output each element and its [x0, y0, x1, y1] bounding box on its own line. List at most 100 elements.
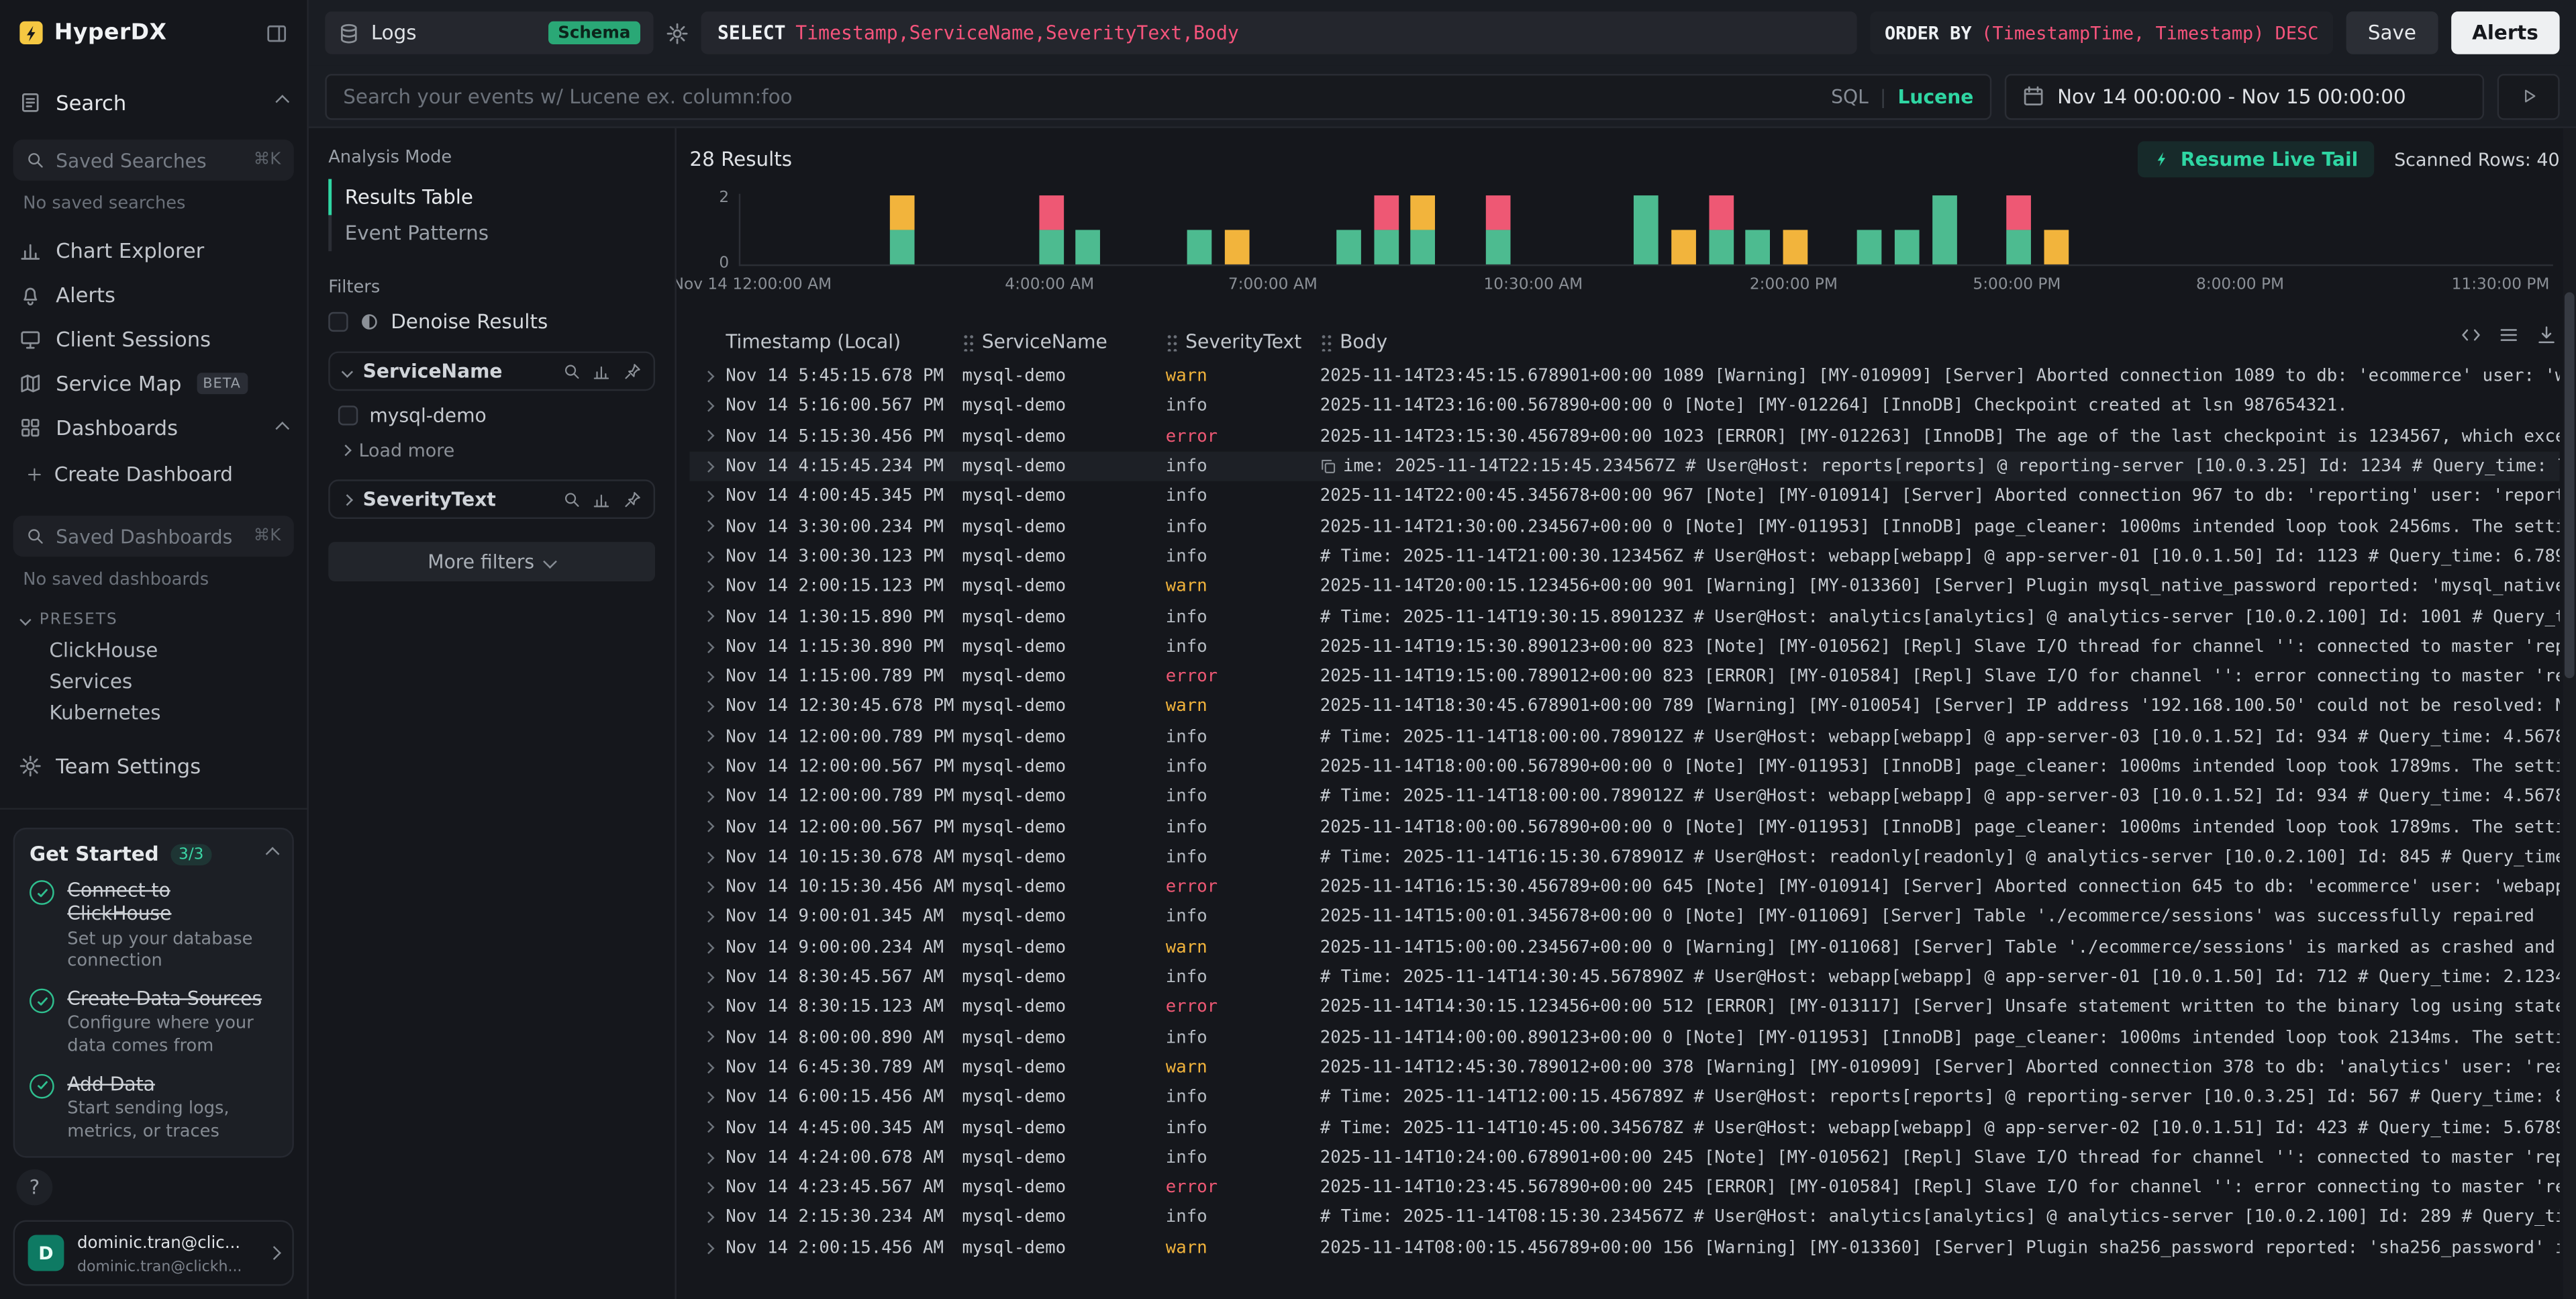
more-filters-button[interactable]: More filters	[328, 542, 655, 581]
table-row[interactable]: Nov 14 6:45:30.789 AMmysql-demowarn2025-…	[689, 1053, 2559, 1083]
table-row[interactable]: Nov 14 2:00:15.123 PMmysql-demowarn2025-…	[689, 571, 2559, 602]
table-row[interactable]: Nov 14 9:00:01.345 AMmysql-demoinfo2025-…	[689, 902, 2559, 932]
table-row[interactable]: Nov 14 8:30:45.567 AMmysql-demoinfo# Tim…	[689, 962, 2559, 992]
table-row[interactable]: Nov 14 4:23:45.567 AMmysql-demoerror2025…	[689, 1173, 2559, 1203]
histogram-bar[interactable]	[1634, 195, 1659, 264]
histogram-bar[interactable]	[2043, 230, 2068, 264]
table-row[interactable]: Nov 14 4:45:00.345 AMmysql-demoinfo# Tim…	[689, 1112, 2559, 1143]
histogram-bar[interactable]	[1783, 230, 1807, 264]
table-row[interactable]: Nov 14 4:15:45.234 PMmysql-demoinfoime: …	[689, 451, 2559, 481]
alerts-button[interactable]: Alerts	[2450, 11, 2559, 54]
download-icon[interactable]	[2536, 325, 2556, 344]
sidebar-item-chart-explorer[interactable]: Chart Explorer	[13, 228, 294, 273]
pin-icon[interactable]	[623, 491, 640, 508]
preset-kubernetes[interactable]: Kubernetes	[13, 696, 294, 727]
preset-services[interactable]: Services	[13, 665, 294, 696]
expand-row-icon[interactable]	[689, 643, 726, 651]
drag-handle-icon[interactable]	[1166, 332, 1177, 351]
table-row[interactable]: Nov 14 6:00:15.456 AMmysql-demoinfo# Tim…	[689, 1082, 2559, 1112]
expand-row-icon[interactable]	[689, 583, 726, 590]
get-started-item[interactable]: Create Data SourcesConfigure where your …	[30, 987, 277, 1059]
column-header-timestamp-local-[interactable]: Timestamp (Local)	[726, 330, 962, 353]
checkbox[interactable]	[328, 312, 348, 332]
filter-search-icon[interactable]	[562, 491, 580, 508]
expand-row-icon[interactable]	[689, 433, 726, 440]
get-started-header[interactable]: Get Started 3/3	[30, 843, 277, 865]
drag-handle-icon[interactable]	[1320, 332, 1332, 351]
histogram-bar[interactable]	[1671, 230, 1696, 264]
table-row[interactable]: Nov 14 12:00:00.789 PMmysql-demoinfo# Ti…	[689, 722, 2559, 752]
scrollbar[interactable]	[2563, 128, 2576, 1299]
expand-row-icon[interactable]	[689, 613, 726, 620]
get-started-item[interactable]: Add DataStart sending logs, metrics, or …	[30, 1072, 277, 1144]
analysis-mode-event-patterns[interactable]: Event Patterns	[328, 215, 655, 251]
filter-chart-icon[interactable]	[593, 363, 610, 380]
expand-row-icon[interactable]	[689, 1094, 726, 1101]
table-row[interactable]: Nov 14 8:30:15.123 AMmysql-demoerror2025…	[689, 992, 2559, 1022]
table-row[interactable]: Nov 14 4:24:00.678 AMmysql-demoinfo2025-…	[689, 1143, 2559, 1173]
date-range-picker[interactable]: Nov 14 00:00:00 - Nov 15 00:00:00	[2005, 73, 2484, 119]
table-row[interactable]: Nov 14 2:00:15.456 AMmysql-demowarn2025-…	[689, 1233, 2559, 1263]
column-header-severitytext[interactable]: SeverityText	[1166, 330, 1320, 353]
expand-row-icon[interactable]	[689, 823, 726, 830]
table-row[interactable]: Nov 14 8:00:00.890 AMmysql-demoinfo2025-…	[689, 1022, 2559, 1053]
preset-clickhouse[interactable]: ClickHouse	[13, 634, 294, 665]
histogram-bar[interactable]	[1857, 230, 1882, 264]
table-row[interactable]: Nov 14 1:30:15.890 PMmysql-demoinfo# Tim…	[689, 602, 2559, 632]
table-row[interactable]: Nov 14 12:00:00.789 PMmysql-demoinfo# Ti…	[689, 782, 2559, 812]
presets-section-toggle[interactable]: PRESETS	[13, 611, 294, 629]
expand-row-icon[interactable]	[689, 1004, 726, 1011]
histogram-bar[interactable]	[1932, 195, 1956, 264]
load-more[interactable]: Load more	[342, 440, 655, 462]
histogram-bar[interactable]	[2006, 195, 2031, 264]
filter-group-header[interactable]: SeverityText	[328, 479, 655, 519]
create-dashboard-button[interactable]: Create Dashboard	[13, 455, 294, 495]
histogram-bar[interactable]	[1225, 230, 1250, 264]
expand-row-icon[interactable]	[689, 914, 726, 921]
table-row[interactable]: Nov 14 3:00:30.123 PMmysql-demoinfo# Tim…	[689, 542, 2559, 572]
table-row[interactable]: Nov 14 12:30:45.678 PMmysql-demowarn2025…	[689, 691, 2559, 722]
save-button[interactable]: Save	[2346, 11, 2438, 54]
expand-row-icon[interactable]	[689, 703, 726, 710]
expand-row-icon[interactable]	[689, 1063, 726, 1071]
sidebar-item-service-map[interactable]: Service MapBETA	[13, 361, 294, 405]
sidebar-item-alerts[interactable]: Alerts	[13, 273, 294, 317]
table-row[interactable]: Nov 14 4:00:45.345 PMmysql-demoinfo2025-…	[689, 481, 2559, 512]
select-columns-input[interactable]: SELECT Timestamp,ServiceName,SeverityTex…	[701, 11, 1857, 54]
histogram-bar[interactable]	[1076, 230, 1101, 264]
source-selector[interactable]: Logs Schema	[325, 11, 653, 54]
expand-row-icon[interactable]	[689, 1154, 726, 1161]
expand-row-icon[interactable]	[689, 1184, 726, 1191]
table-row[interactable]: Nov 14 10:15:30.456 AMmysql-demoerror202…	[689, 872, 2559, 902]
schema-badge[interactable]: Schema	[548, 21, 640, 44]
expand-row-icon[interactable]	[689, 403, 726, 410]
expand-row-icon[interactable]	[689, 1214, 726, 1221]
expand-row-icon[interactable]	[689, 763, 726, 771]
saved-dashboards-input[interactable]: Saved Dashboards ⌘K	[13, 516, 294, 557]
expand-row-icon[interactable]	[689, 463, 726, 470]
sidebar-item-team-settings[interactable]: Team Settings	[13, 744, 294, 788]
sidebar-item-search[interactable]: Search	[13, 85, 294, 118]
expand-row-icon[interactable]	[689, 793, 726, 801]
run-query-button[interactable]	[2497, 73, 2560, 119]
table-row[interactable]: Nov 14 3:30:00.234 PMmysql-demoinfo2025-…	[689, 512, 2559, 542]
filter-option-mysql-demo[interactable]: mysql-demo	[338, 404, 655, 427]
table-row[interactable]: Nov 14 12:00:00.567 PMmysql-demoinfo2025…	[689, 752, 2559, 782]
resume-live-tail-button[interactable]: Resume Live Tail	[2138, 141, 2374, 177]
table-row[interactable]: Nov 14 5:45:15.678 PMmysql-demowarn2025-…	[689, 361, 2559, 391]
scrollbar-thumb[interactable]	[2565, 292, 2575, 678]
filter-chart-icon[interactable]	[593, 491, 610, 508]
table-row[interactable]: Nov 14 10:15:30.678 AMmysql-demoinfo# Ti…	[689, 842, 2559, 872]
histogram-bar[interactable]	[1746, 230, 1771, 264]
order-by-display[interactable]: ORDER BY (TimestampTime, Timestamp) DESC	[1870, 11, 2334, 54]
expand-row-icon[interactable]	[689, 853, 726, 861]
user-menu[interactable]: D dominic.tran@clic... dominic.tran@clic…	[13, 1220, 294, 1286]
histogram-bar[interactable]	[1895, 230, 1920, 264]
table-row[interactable]: Nov 14 5:16:00.567 PMmysql-demoinfo2025-…	[689, 391, 2559, 422]
histogram-bar[interactable]	[1709, 195, 1734, 264]
list-icon[interactable]	[2499, 325, 2518, 344]
histogram-bar[interactable]	[1336, 230, 1361, 264]
histogram-bar[interactable]	[1188, 230, 1213, 264]
filter-search-icon[interactable]	[562, 363, 580, 380]
histogram-bar[interactable]	[1485, 195, 1510, 264]
